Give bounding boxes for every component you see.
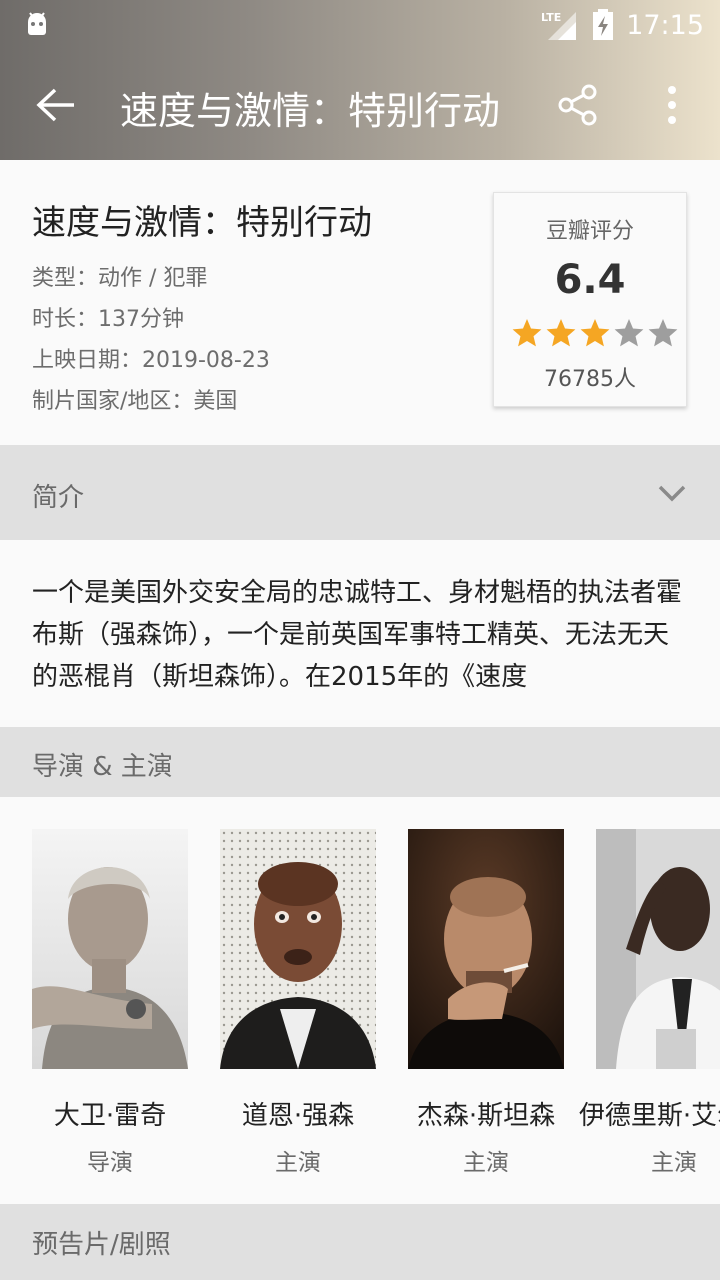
movie-title: 速度与激情：特别行动 (32, 203, 372, 243)
arrow-back-icon (36, 88, 74, 122)
star-empty-icon (648, 319, 678, 347)
android-notification-icon (28, 12, 46, 35)
cast-photo[interactable] (220, 829, 376, 1069)
cast-list[interactable]: 大卫·雷奇 导演 道恩·强森 主演 杰森·斯坦森 主演 伊德里斯·艾 主演 (0, 797, 720, 1204)
cast-name: 杰森·斯坦森 (416, 1101, 556, 1131)
battery-charging-icon (593, 9, 614, 40)
toolbar-title: 速度与激情：特别行动 (120, 89, 501, 133)
status-clock: 17:15 (626, 9, 704, 41)
trailer-section-label: 预告片/剧照 (32, 1230, 171, 1260)
back-button[interactable] (24, 75, 88, 135)
movie-country: 制片国家/地区：美国 (32, 389, 238, 414)
cast-card[interactable]: 杰森·斯坦森 主演 (408, 829, 564, 1179)
more-options-button[interactable] (648, 75, 696, 135)
synopsis-text: 一个是美国外交安全局的忠诚特工、身材魁梧的执法者霍布斯（强森饰），一个是前英国军… (32, 578, 683, 692)
cast-role: 主演 (275, 1150, 321, 1176)
cast-card[interactable]: 大卫·雷奇 导演 (32, 829, 188, 1179)
rating-stars (511, 317, 679, 349)
trailer-header[interactable]: 预告片/剧照 (0, 1204, 720, 1280)
toolbar: 速度与激情：特别行动 (0, 50, 720, 160)
star-empty-icon (614, 319, 644, 347)
cast-name: 道恩·强森 (241, 1101, 355, 1131)
cast-photo[interactable] (32, 829, 188, 1069)
synopsis-body: 一个是美国外交安全局的忠诚特工、身材魁梧的执法者霍布斯（强森饰），一个是前英国军… (0, 540, 720, 727)
chevron-down-icon[interactable] (652, 477, 692, 509)
rating-score: 6.4 (554, 257, 626, 303)
lte-signal-icon: LTE (541, 11, 577, 40)
cast-section-label: 导演 & 主演 (32, 752, 173, 782)
cast-role: 导演 (87, 1150, 133, 1176)
synopsis-section-label: 简介 (32, 483, 85, 513)
more-vert-icon (668, 86, 676, 124)
cast-name: 伊德里斯·艾尔巴 (578, 1101, 720, 1131)
movie-type: 类型：动作 / 犯罪 (32, 266, 208, 291)
douban-rating-card: 豆瓣评分 6.4 76785人 (493, 192, 687, 407)
cast-role: 主演 (463, 1150, 509, 1176)
cast-name: 大卫·雷奇 (53, 1101, 167, 1131)
share-icon (558, 84, 597, 126)
star-filled-icon (512, 319, 542, 347)
star-filled-icon (546, 319, 576, 347)
star-filled-icon (580, 319, 610, 347)
movie-release-date: 上映日期：2019-08-23 (32, 348, 270, 373)
status-bar: LTE 17:15 (0, 0, 720, 50)
rating-count: 76785人 (544, 367, 636, 392)
cast-card[interactable]: 道恩·强森 主演 (220, 829, 376, 1179)
cast-header: 导演 & 主演 (0, 727, 720, 797)
share-button[interactable] (548, 75, 608, 135)
cast-photo[interactable] (408, 829, 564, 1069)
cast-role: 主演 (651, 1150, 697, 1176)
movie-duration: 时长：137分钟 (32, 307, 184, 332)
cast-card[interactable]: 伊德里斯·艾尔巴 主演 (579, 829, 720, 1179)
rating-label: 豆瓣评分 (545, 219, 634, 244)
cast-photo[interactable] (596, 829, 720, 1069)
header: LTE 17:15 速度与激情：特别行动 (0, 0, 720, 160)
svg-text:LTE: LTE (541, 11, 561, 24)
synopsis-header[interactable]: 简介 (0, 445, 720, 540)
